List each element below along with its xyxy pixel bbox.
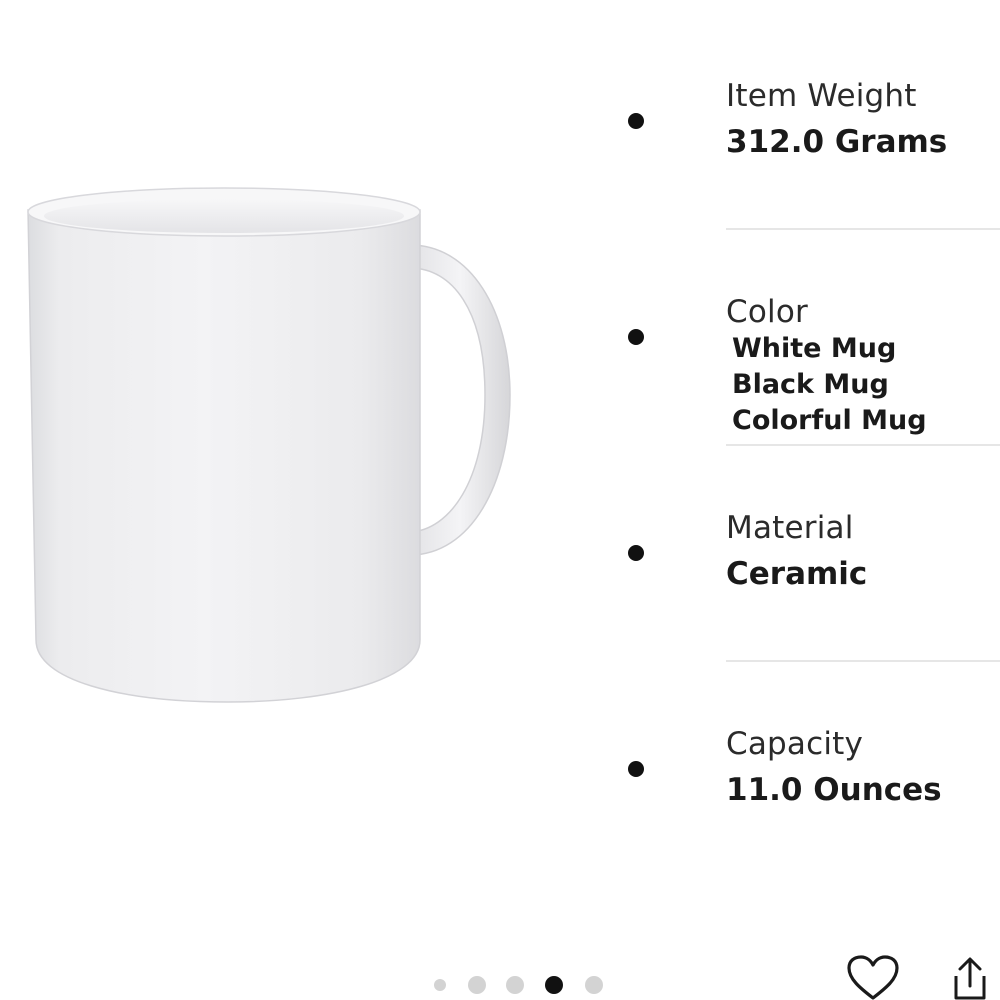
color-option: Black Mug — [732, 369, 889, 400]
carousel-dot-active[interactable] — [545, 976, 563, 994]
product-image[interactable] — [0, 150, 560, 730]
spec-label: Item Weight — [726, 78, 917, 114]
heart-icon — [847, 955, 899, 1000]
bullet-icon — [628, 761, 644, 777]
spec-value: Ceramic — [726, 556, 868, 592]
spec-material: Material Ceramic — [600, 432, 1000, 648]
product-specs: Item Weight 312.0 Grams Color White Mug … — [600, 0, 1000, 880]
mug-illustration — [27, 187, 511, 703]
carousel-dot[interactable] — [506, 976, 524, 994]
share-icon — [954, 957, 986, 1000]
bullet-icon — [628, 545, 644, 561]
product-detail-page: Item Weight 312.0 Grams Color White Mug … — [0, 0, 1000, 1000]
bullet-icon — [628, 113, 644, 129]
favorite-button[interactable] — [846, 954, 900, 1000]
spec-label: Material — [726, 510, 854, 546]
spec-capacity: Capacity 11.0 Ounces — [600, 648, 1000, 864]
carousel-pagination — [430, 972, 610, 994]
color-options-list: White Mug Black Mug Colorful Mug — [732, 331, 927, 439]
bullet-icon — [628, 329, 644, 345]
carousel-dot[interactable] — [434, 979, 446, 991]
spec-value: 312.0 Grams — [726, 124, 948, 160]
spec-label: Color — [726, 294, 808, 330]
color-option: White Mug — [732, 333, 897, 364]
spec-label: Capacity — [726, 726, 864, 762]
carousel-dot[interactable] — [468, 976, 486, 994]
carousel-dot[interactable] — [585, 976, 603, 994]
spec-value: 11.0 Ounces — [726, 772, 942, 808]
spec-color: Color White Mug Black Mug Colorful Mug — [600, 216, 1000, 436]
share-button[interactable] — [948, 956, 992, 1000]
spec-item-weight: Item Weight 312.0 Grams — [600, 0, 1000, 216]
